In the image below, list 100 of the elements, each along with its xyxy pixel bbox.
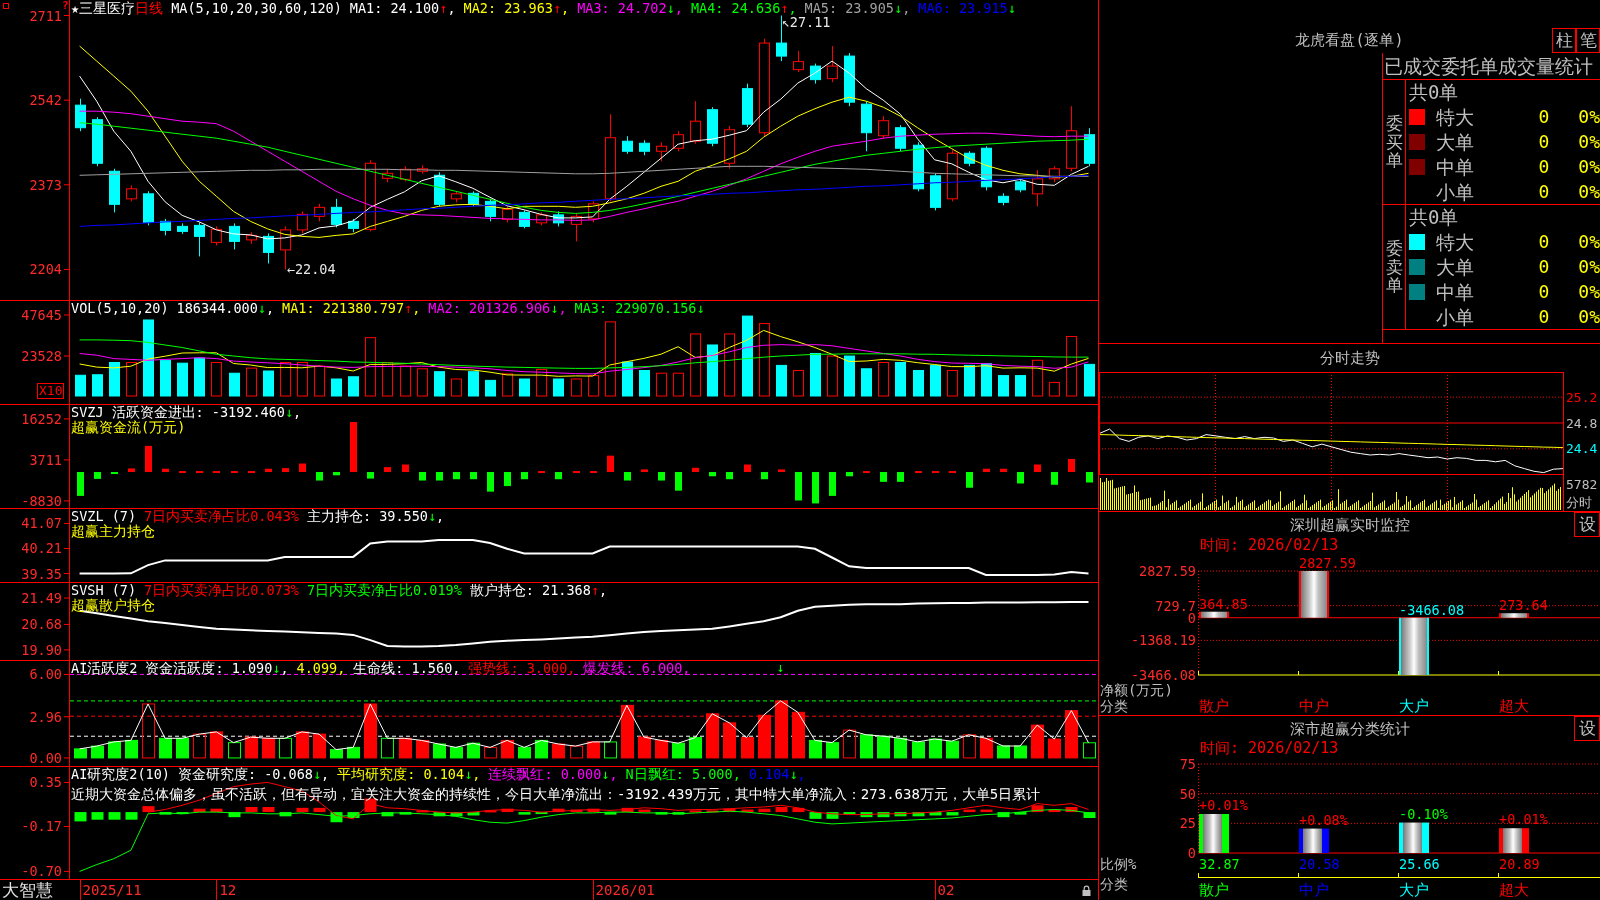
view-toggle-button[interactable]: 柱 (1552, 28, 1576, 53)
order-total: 共0单 (1409, 206, 1459, 229)
axis-label: 0.00 (29, 749, 62, 766)
axis-label: -0.70 (21, 863, 62, 880)
candle (75, 98, 86, 132)
candle (468, 190, 479, 207)
order-count: 0 (1538, 256, 1550, 278)
candle (844, 52, 855, 107)
bar-value-label: 364.85 (1199, 595, 1248, 612)
order-size-label: 小单 (1436, 305, 1474, 328)
axis-label: 20.68 (21, 616, 62, 633)
candle (673, 130, 684, 152)
section-label: 委买单 (1385, 113, 1403, 171)
legend-entry: MA3: 24.702↓, (577, 1, 683, 16)
settings-button[interactable]: 设 (1574, 716, 1600, 741)
axis-title: 净额(万元) (1100, 682, 1173, 698)
change-label: -0.10% (1399, 805, 1448, 822)
axis-label: 41.07 (21, 515, 62, 532)
legend-entry: 7日内买卖净占比0.019% (306, 583, 462, 598)
axis-label: 729.7 (1155, 597, 1196, 614)
bar-value-label: 20.58 (1299, 856, 1340, 872)
order-size-label: 中单 (1436, 280, 1474, 303)
legend-entry: MA6: 23.915↓ (918, 1, 1016, 16)
order-share: 0% (1578, 131, 1600, 153)
legend-entry: MA2: 23.963↑, (463, 1, 570, 16)
candle (553, 210, 564, 227)
legend-entry: 7日内买卖净占比0.073% (144, 583, 299, 598)
bar-value-label: 273.64 (1499, 597, 1548, 614)
candle (177, 222, 188, 235)
candle (571, 213, 582, 242)
legend-entry: 强势线: 3.000, (468, 661, 576, 676)
candle (690, 100, 701, 145)
order-share: 0% (1578, 155, 1600, 178)
indicator-name: AI研究度2(10) (71, 767, 170, 782)
order-count: 0 (1538, 305, 1550, 328)
axis-label: 2373 (29, 176, 62, 193)
candle (348, 218, 359, 233)
candle (707, 106, 718, 147)
axis-label: 0.35 (29, 774, 62, 791)
bar-value-label: 25.66 (1399, 856, 1440, 872)
indicator-subtitle: 超赢资金流(万元) (71, 420, 186, 435)
period-label: 日线 (135, 1, 164, 16)
low-price-label: ←22.04 (286, 261, 336, 278)
settings-button[interactable]: 设 (1574, 512, 1600, 537)
axis-label: 25 (1179, 815, 1196, 832)
stock-name: 三星医疗 (79, 1, 136, 16)
legend-entry: 4.099, (296, 661, 346, 676)
order-total: 共0单 (1409, 81, 1459, 104)
candle (622, 135, 633, 155)
axis-label: 3711 (29, 451, 62, 468)
order-size-label: 中单 (1436, 155, 1474, 178)
axis-label: -8830 (21, 492, 62, 508)
order-share: 0% (1578, 305, 1600, 328)
bar-value-label: 20.89 (1499, 856, 1540, 872)
candle (588, 200, 599, 223)
category-label: 中户 (1299, 881, 1329, 899)
axis-label: 19.90 (21, 641, 62, 658)
candle (92, 116, 103, 167)
change-label: +0.01% (1199, 797, 1248, 813)
axis-label: 2.96 (29, 708, 62, 725)
indicator-subtitle: 超赢主力持仓 (71, 524, 155, 539)
axis-label: 2204 (29, 261, 62, 278)
view-toggle-button[interactable]: 笔 (1576, 28, 1600, 53)
indicator-name: SVSH (7) (71, 583, 137, 598)
candle (913, 141, 924, 192)
candle (1049, 165, 1060, 183)
category-label: 超大 (1499, 881, 1529, 899)
period-label: 分时 (1566, 494, 1592, 510)
timestamp-label: 时间: 2026/02/13 (1200, 740, 1339, 756)
category-label: 散户 (1199, 881, 1229, 899)
legend-entry: MA5: 23.905↓, (804, 1, 911, 16)
axis-title: 分类 (1100, 698, 1128, 714)
candle (827, 45, 838, 83)
candle (126, 184, 137, 202)
candle (143, 190, 154, 226)
bar-value-label: 32.87 (1199, 856, 1240, 872)
order-size-label: 大单 (1436, 256, 1474, 278)
software-name: 大智慧 (2, 880, 53, 900)
legend-entry: MA1: 24.100↑, (349, 1, 456, 16)
legend-entry: 爆发线: 6.000, (583, 661, 691, 676)
axis-label: 40.21 (21, 540, 62, 557)
candle (981, 145, 992, 191)
candle (434, 171, 445, 207)
date-label: 2026/01 (595, 882, 655, 898)
candle (793, 50, 804, 73)
axis-label: 21.49 (21, 590, 62, 606)
axis-label: 39.35 (21, 565, 62, 582)
order-count: 0 (1538, 231, 1550, 254)
indicator-name: AI活跃度2 (71, 661, 138, 676)
candle (263, 232, 274, 264)
panel-title: 龙虎看盘(逐单) (1295, 30, 1404, 51)
candle (211, 225, 222, 246)
order-share: 0% (1578, 256, 1600, 278)
bar-value-label: 2827.59 (1299, 555, 1356, 571)
legend-entry: 连续飘红: 0.000↓, (488, 767, 618, 782)
candle (895, 124, 906, 152)
axis-title: 分类 (1100, 876, 1128, 892)
legend-entry: 7日内买卖净占比0.043% (144, 509, 299, 524)
help-mark: ? (62, 0, 69, 11)
price-label: 24.8 (1566, 415, 1598, 431)
